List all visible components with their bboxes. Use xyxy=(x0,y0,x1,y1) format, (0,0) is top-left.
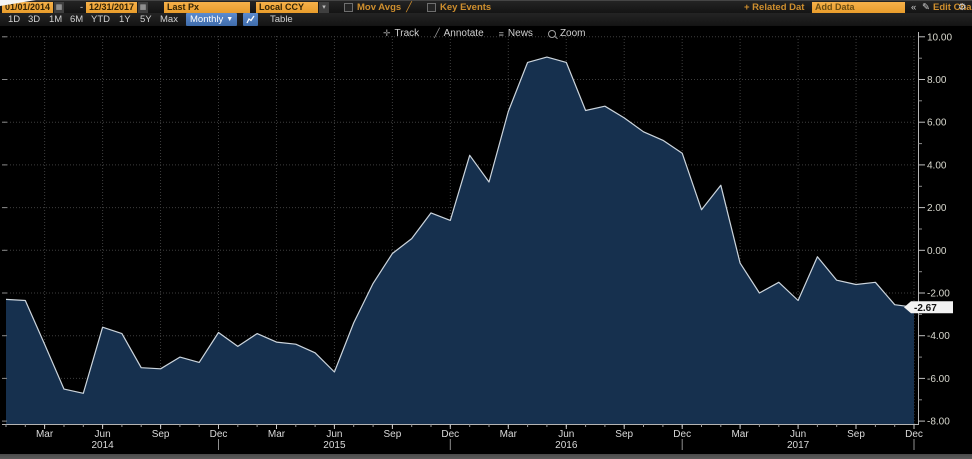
news-tool[interactable]: ≡News xyxy=(499,28,533,39)
period-button-3d[interactable]: 3D xyxy=(28,13,40,26)
x-tick-label: Mar xyxy=(36,429,54,440)
table-button[interactable]: Table xyxy=(270,13,293,26)
key-events-label: Key Events xyxy=(440,2,491,13)
gear-icon[interactable]: ⚙ xyxy=(958,2,967,13)
period-button-1y[interactable]: 1Y xyxy=(119,13,131,26)
window-bottom-edge xyxy=(0,454,972,459)
x-tick-label: Jun xyxy=(790,429,806,440)
mov-avgs-toggle[interactable]: Mov Avgs ╱ xyxy=(344,2,412,13)
x-tick-label: Sep xyxy=(615,429,633,440)
y-tick-label: -6.00 xyxy=(927,374,950,385)
date-to-value[interactable]: 12/31/2017 xyxy=(86,2,137,13)
x-tick-label: Dec xyxy=(210,429,228,440)
period-button-max[interactable]: Max xyxy=(160,13,178,26)
mov-avgs-label: Mov Avgs xyxy=(357,2,401,13)
x-tick-label: Dec xyxy=(905,429,923,440)
x-tick-label: Mar xyxy=(268,429,286,440)
x-tick-label: Jun xyxy=(95,429,111,440)
y-tick-label: -2.00 xyxy=(927,289,950,300)
magnifier-icon xyxy=(548,30,556,38)
chart-tools-strip: ✛Track ╱Annotate ≡News Zoom xyxy=(383,27,586,40)
chevron-down-icon: ▼ xyxy=(226,13,233,26)
x-tick-label: Dec xyxy=(673,429,691,440)
key-events-checkbox[interactable] xyxy=(427,3,436,12)
period-button-1d[interactable]: 1D xyxy=(8,13,20,26)
related-data-button[interactable]: + Related Dat xyxy=(744,2,804,13)
year-label: 2015 xyxy=(323,440,346,451)
x-tick-label: Mar xyxy=(731,429,749,440)
mov-avgs-checkbox[interactable] xyxy=(344,3,353,12)
period-button-6m[interactable]: 6M xyxy=(70,13,83,26)
period-button-1m[interactable]: 1M xyxy=(49,13,62,26)
x-tick-label: Sep xyxy=(384,429,402,440)
frequency-value: Monthly xyxy=(190,13,223,26)
date-range-dash: - xyxy=(80,2,83,13)
y-tick-label: 10.00 xyxy=(927,32,952,43)
x-tick-label: Mar xyxy=(500,429,518,440)
y-tick-label: -8.00 xyxy=(927,417,950,428)
area-series xyxy=(6,57,914,424)
add-data-field[interactable]: Add Data xyxy=(812,2,905,13)
x-tick-label: Dec xyxy=(441,429,459,440)
pencil-icon[interactable]: ╱ xyxy=(406,2,412,13)
currency-select[interactable]: Local CCY▾ xyxy=(256,2,329,13)
last-price-label: -2.67 xyxy=(914,303,937,314)
track-tool[interactable]: ✛Track xyxy=(383,28,419,39)
frequency-dropdown[interactable]: Monthly▼ xyxy=(186,13,237,26)
calendar-icon[interactable]: ▦ xyxy=(137,2,148,13)
y-tick-label: 0.00 xyxy=(927,246,947,257)
date-to-field[interactable]: 12/31/2017▦ xyxy=(86,2,148,13)
chart-settings-toolbar: 01/01/2014▦ - 12/31/2017▦ Last Px Local … xyxy=(0,0,972,13)
annotate-pencil-icon: ╱ xyxy=(434,28,439,39)
news-lines-icon: ≡ xyxy=(499,29,504,39)
y-tick-label: 6.00 xyxy=(927,118,947,129)
price-field-select[interactable]: Last Px xyxy=(164,2,250,13)
x-tick-label: Sep xyxy=(152,429,170,440)
chevron-down-icon[interactable]: ▾ xyxy=(318,2,329,13)
year-label: 2014 xyxy=(91,440,114,451)
currency-value[interactable]: Local CCY xyxy=(256,2,318,13)
zoom-tool[interactable]: Zoom xyxy=(548,28,586,39)
add-data-placeholder[interactable]: Add Data xyxy=(812,2,905,13)
price-field-value[interactable]: Last Px xyxy=(164,2,250,13)
y-tick-label: 4.00 xyxy=(927,160,947,171)
bloomberg-chart-window: 01/01/2014▦ - 12/31/2017▦ Last Px Local … xyxy=(0,0,972,459)
year-label: 2017 xyxy=(787,440,810,451)
collapse-button[interactable]: « xyxy=(911,2,916,13)
chart-type-button[interactable] xyxy=(243,13,258,26)
y-tick-label: 2.00 xyxy=(927,203,947,214)
period-button-5y[interactable]: 5Y xyxy=(140,13,152,26)
y-tick-label: 8.00 xyxy=(927,75,947,86)
period-toolbar: 1D 3D 1M 6M YTD 1Y 5Y Max Monthly▼ Table xyxy=(0,13,972,27)
edit-pencil-icon[interactable]: ✎ xyxy=(922,2,930,13)
year-label: 2016 xyxy=(555,440,578,451)
line-chart-icon xyxy=(246,15,255,24)
x-tick-label: Jun xyxy=(558,429,574,440)
x-tick-label: Sep xyxy=(847,429,865,440)
price-area-chart[interactable]: 10.00 8.00 6.00 4.00 2.00 0.00 -2.00 -4.00 -6.00… xyxy=(0,28,972,459)
period-button-ytd[interactable]: YTD xyxy=(91,13,110,26)
x-tick-label: Jun xyxy=(326,429,342,440)
track-crosshair-icon: ✛ xyxy=(383,28,391,39)
key-events-toggle[interactable]: Key Events xyxy=(427,2,491,13)
annotate-tool[interactable]: ╱Annotate xyxy=(434,28,483,39)
y-tick-label: -4.00 xyxy=(927,331,950,342)
calendar-icon[interactable]: ▦ xyxy=(53,2,64,13)
